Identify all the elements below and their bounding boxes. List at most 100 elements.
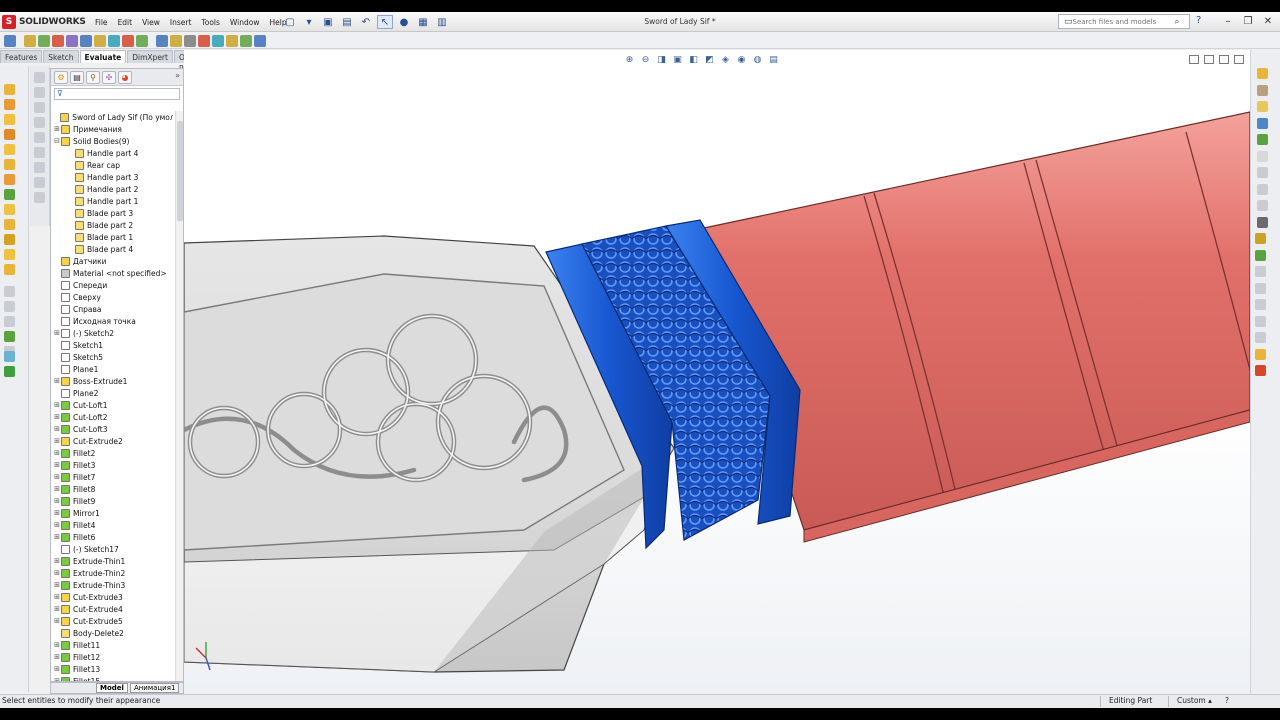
section-view-icon[interactable]: ▣ [672,54,683,65]
open-icon[interactable]: ▾ [301,15,317,29]
feature-tool-icon[interactable] [4,114,15,125]
menu-item-file[interactable]: File [90,18,113,27]
tree-expander-icon[interactable]: ⊞ [53,653,61,661]
tree-item[interactable]: ⊞ Fillet12 [53,651,173,663]
tree-item[interactable]: Material <not specified> [53,267,173,279]
tree-expander-icon[interactable]: ⊞ [53,413,61,421]
feature-tool-icon[interactable] [4,249,15,260]
help-icon[interactable]: ? [1196,15,1201,26]
app-logo[interactable]: S SOLIDWORKS [2,14,86,30]
task-pane-icon[interactable] [1257,117,1268,129]
viewport-minimize-icon[interactable] [1189,55,1199,64]
feature-tool-icon[interactable] [4,129,15,140]
task-pane-icon[interactable] [1255,348,1266,360]
tree-expander-icon[interactable]: ⊞ [53,521,61,529]
tree-item[interactable]: Датчики [53,255,173,267]
task-pane-icon[interactable] [1255,249,1266,261]
tree-item[interactable]: ⊞ Cut-Extrude4 [53,603,173,615]
tree-expander-icon[interactable]: ⊞ [53,473,61,481]
menu-item-insert[interactable]: Insert [165,18,197,27]
tree-item[interactable]: ⊞ Extrude-Thin1 [53,555,173,567]
zoom-to-fit-icon[interactable]: ⊕ [624,54,635,65]
tab-features[interactable]: Features [0,50,43,63]
options-icon[interactable]: ▥ [434,15,450,29]
tab-animation1[interactable]: Анимация1 [129,683,180,693]
evaluate-tool-icon[interactable] [156,34,168,47]
evaluate-tool-icon[interactable] [4,34,16,47]
evaluate-tool-icon[interactable] [80,34,92,47]
panel-expand-icon[interactable]: » [175,71,180,83]
tree-expander-icon[interactable]: ⊞ [53,617,61,625]
rebuild-icon[interactable]: ● [396,15,412,29]
tree-item[interactable]: Plane2 [53,387,173,399]
tree-item[interactable]: ⊞ Extrude-Thin2 [53,567,173,579]
tree-expander-icon[interactable]: ⊞ [53,329,61,337]
tree-expander-icon[interactable]: ⊞ [53,125,61,133]
task-pane-icon[interactable] [1257,84,1268,96]
edit-appearance-icon[interactable]: ◉ [736,54,747,65]
sketch-tool-icon[interactable] [4,351,15,362]
status-help-icon[interactable]: ? [1225,696,1229,705]
tab-evaluate[interactable]: Evaluate [79,50,127,63]
search-icon[interactable]: ⌕ [1175,17,1180,27]
viewport-close-icon[interactable] [1234,55,1244,64]
tree-item[interactable]: Blade part 2 [53,219,173,231]
tree-item[interactable]: ⊞ Cut-Extrude2 [53,435,173,447]
graphics-area[interactable]: ⊕ ⊖ ◨ ▣ ◧ ◩ ◈ ◉ ◍ ▤ [184,50,1250,694]
tree-item[interactable]: Handle part 3 [53,171,173,183]
task-pane-icon[interactable] [1257,68,1268,79]
evaluate-tool-icon[interactable] [24,34,36,47]
tree-item[interactable]: Исходная точка [53,315,173,327]
tree-expander-icon[interactable]: ⊞ [53,593,61,601]
feature-tool-icon[interactable] [4,264,15,275]
display-style-icon[interactable]: ◩ [704,54,715,65]
select-icon[interactable]: ↖ [377,15,393,29]
tree-expander-icon[interactable]: ⊞ [53,437,61,445]
minimize-icon[interactable]: – [1220,14,1236,28]
evaluate-tool-icon[interactable] [94,34,106,47]
tree-filter-input[interactable]: ⊽ [54,88,180,100]
feature-tool-icon[interactable] [4,234,15,245]
view-settings-icon[interactable]: ▤ [768,54,779,65]
feature-tool-icon[interactable] [4,219,15,230]
tree-item[interactable]: Blade part 3 [53,207,173,219]
task-pane-icon[interactable] [1255,299,1266,310]
tree-item[interactable]: Blade part 1 [53,231,173,243]
display-manager-tab-icon[interactable]: ◕ [118,71,132,84]
evaluate-tool-icon[interactable] [66,34,78,47]
tree-item[interactable]: ⊞ Cut-Loft3 [53,423,173,435]
tree-item[interactable]: ⊞ Extrude-Thin3 [53,579,173,591]
feature-tool-icon[interactable] [4,159,15,170]
viewport-restore-icon[interactable] [1204,55,1214,64]
tree-expander-icon[interactable]: ⊞ [53,509,61,517]
tree-item[interactable]: ⊞ Fillet15 [53,675,173,681]
feature-tool-icon[interactable] [4,174,15,185]
feature-tool-icon[interactable] [4,204,15,215]
file-properties-icon[interactable]: ▦ [415,15,431,29]
tree-item[interactable]: Handle part 2 [53,183,173,195]
sketch-tool-icon[interactable] [4,366,15,377]
tree-expander-icon[interactable]: ⊞ [53,533,61,541]
tree-item[interactable]: ⊞ Cut-Loft2 [53,411,173,423]
task-pane-icon[interactable] [1255,365,1266,376]
tab-model[interactable]: Model [96,683,128,693]
task-pane-icon[interactable] [1255,266,1266,277]
tree-item[interactable]: Plane1 [53,363,173,375]
evaluate-tool-icon[interactable] [170,34,182,47]
task-pane-icon[interactable] [1257,101,1268,112]
tree-expander-icon[interactable]: ⊞ [53,497,61,505]
evaluate-tool-icon[interactable] [136,34,148,47]
tree-item[interactable]: Rear cap [53,159,173,171]
tree-item[interactable]: ⊞ Fillet13 [53,663,173,675]
tree-item[interactable]: Blade part 4 [53,243,173,255]
tree-expander-icon[interactable]: ⊞ [53,557,61,565]
tree-item[interactable]: ⊞ Fillet2 [53,447,173,459]
evaluate-tool-icon[interactable] [212,34,224,47]
evaluate-tool-icon[interactable] [122,34,134,47]
evaluate-tool-icon[interactable] [226,34,238,47]
tree-item[interactable]: ⊞ Fillet8 [53,483,173,495]
units-selector[interactable]: Custom ▴ [1177,696,1212,705]
dimxpert-manager-tab-icon[interactable]: ✣ [102,71,116,84]
tree-scrollbar[interactable] [175,111,183,681]
tree-expander-icon[interactable]: ⊞ [53,377,61,385]
